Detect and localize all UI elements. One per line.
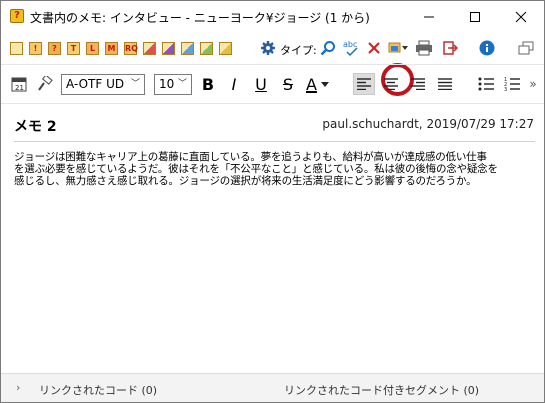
print-button[interactable]	[414, 38, 434, 58]
info-icon	[479, 40, 495, 56]
align-justify-button[interactable]	[434, 73, 456, 95]
memo-header-divider	[14, 141, 535, 142]
maximize-icon	[470, 11, 480, 22]
memo-type-tag-icon[interactable]: !	[29, 42, 42, 55]
info-button[interactable]	[477, 38, 497, 58]
svg-text:21: 21	[15, 84, 24, 92]
memo-type-tag-icon[interactable]	[10, 42, 23, 55]
linked-segments-link[interactable]: リンクされたコード付きセグメント (0)	[284, 382, 479, 398]
chevron-down-icon: ﹀	[130, 79, 140, 89]
spellcheck-text: abc	[343, 40, 357, 49]
memo-title[interactable]: メモ 2	[14, 116, 57, 136]
svg-text:3: 3	[504, 87, 507, 91]
minimize-icon	[424, 16, 434, 17]
close-icon	[515, 11, 527, 22]
memo-type-tag-icon[interactable]: T	[67, 42, 80, 55]
font-color-glyph: A	[306, 74, 317, 94]
align-left-button[interactable]	[353, 73, 375, 95]
font-size-value: 10	[159, 77, 175, 91]
calendar-button[interactable]: 21	[8, 73, 30, 95]
align-center-button[interactable]	[380, 73, 402, 95]
memo-question-icon: ?	[10, 9, 24, 23]
popout-icon	[518, 41, 534, 55]
memo-type-tag-icon[interactable]: L	[86, 42, 99, 55]
expand-chevron-icon[interactable]: ›	[16, 381, 20, 394]
memo-type-tag-icon[interactable]: M	[105, 42, 118, 55]
align-right-button[interactable]	[407, 73, 429, 95]
print-icon	[416, 40, 432, 56]
strikethrough-button[interactable]: S	[277, 73, 299, 95]
memo-date: 2019/07/29 17:27	[426, 117, 534, 131]
memo-type-tag-icon[interactable]	[162, 42, 175, 55]
delete-icon	[368, 42, 380, 54]
font-name-value: A-OTF UD	[66, 77, 125, 91]
font-color-button[interactable]: A	[306, 73, 340, 95]
links-footer: › リンクされたコード (0) リンクされたコード付きセグメント (0)	[1, 373, 544, 402]
font-size-select[interactable]: 10 ﹀	[154, 74, 192, 95]
bullet-list-button[interactable]	[475, 73, 497, 95]
memo-meta: paul.schuchardt, 2019/07/29 17:27	[322, 117, 534, 131]
align-left-icon	[357, 78, 371, 90]
search-icon	[320, 41, 335, 56]
bold-button[interactable]: B	[197, 73, 219, 95]
memo-type-tag-icon[interactable]	[219, 42, 232, 55]
memo-type-tag-icon[interactable]	[181, 42, 194, 55]
insert-image-button[interactable]	[388, 38, 408, 58]
export-button[interactable]	[440, 38, 460, 58]
memo-text-line: を選ぶ必要を感じているようだ。彼はそれを「不公平なこと」と感じている。私は彼の後…	[14, 163, 498, 175]
more-tools-button[interactable]: »	[525, 73, 541, 95]
numbered-list-button[interactable]: 123	[501, 73, 523, 95]
align-justify-icon	[438, 78, 452, 90]
calendar-icon: 21	[11, 77, 27, 92]
spellcheck-icon: abc	[343, 40, 358, 57]
toolbar-divider	[1, 103, 544, 104]
memo-type-tag-icon[interactable]	[200, 42, 213, 55]
memo-window: ? 文書内のメモ: インタビュー - ニューヨーク¥ジョージ (1 から) !?…	[0, 0, 545, 403]
gear-icon	[261, 41, 275, 55]
memo-text-line: ジョージは困難なキャリア上の葛藤に直面している。夢を追うよりも、給料が高いが達成…	[14, 151, 487, 163]
insert-image-icon	[388, 42, 408, 53]
search-button[interactable]	[318, 38, 338, 58]
brush-icon	[38, 76, 53, 91]
settings-button[interactable]	[258, 38, 278, 58]
align-center-icon	[384, 78, 398, 90]
memo-author: paul.schuchardt	[322, 117, 419, 131]
format-painter-button[interactable]	[34, 73, 56, 95]
italic-button[interactable]: I	[223, 73, 245, 95]
chevron-down-icon	[320, 82, 329, 87]
window-title: 文書内のメモ: インタビュー - ニューヨーク¥ジョージ (1 から)	[30, 11, 370, 25]
font-name-select[interactable]: A-OTF UD ﹀	[61, 74, 145, 95]
chevron-down-icon: ﹀	[177, 79, 187, 89]
maximize-button[interactable]	[452, 1, 498, 32]
type-label: タイプ:	[280, 44, 317, 57]
memo-text-line: 感じるし、無力感さえ感じ取れる。ジョージの選択が将来の生活満足度にどう影響するの…	[14, 175, 477, 187]
bullet-list-icon	[478, 77, 494, 91]
memo-toolbar: !? T L M RQ タイプ: abc	[1, 32, 544, 96]
underline-button[interactable]: U	[250, 73, 272, 95]
popout-button[interactable]	[516, 38, 536, 58]
close-button[interactable]	[498, 1, 544, 32]
numbered-list-icon: 123	[504, 77, 520, 91]
memo-text-editor[interactable]: ジョージは困難なキャリア上の葛藤に直面している。夢を追うよりも、給料が高いが達成…	[14, 151, 532, 187]
delete-button[interactable]	[364, 38, 384, 58]
spellcheck-button[interactable]: abc	[342, 38, 362, 58]
memo-type-tag-icon[interactable]: RQ	[124, 42, 138, 55]
format-toolbar: 21 A-OTF UD ﹀ 10 ﹀ B I U S A 1 2 3 »	[1, 65, 544, 103]
export-icon	[443, 41, 458, 55]
memo-type-tag-icon[interactable]	[143, 42, 156, 55]
minimize-button[interactable]	[406, 1, 452, 32]
linked-codes-link[interactable]: リンクされたコード (0)	[39, 382, 157, 398]
title-bar[interactable]: ? 文書内のメモ: インタビュー - ニューヨーク¥ジョージ (1 から)	[1, 1, 544, 32]
align-right-icon	[411, 78, 425, 90]
memo-type-tag-icon[interactable]: ?	[48, 42, 61, 55]
